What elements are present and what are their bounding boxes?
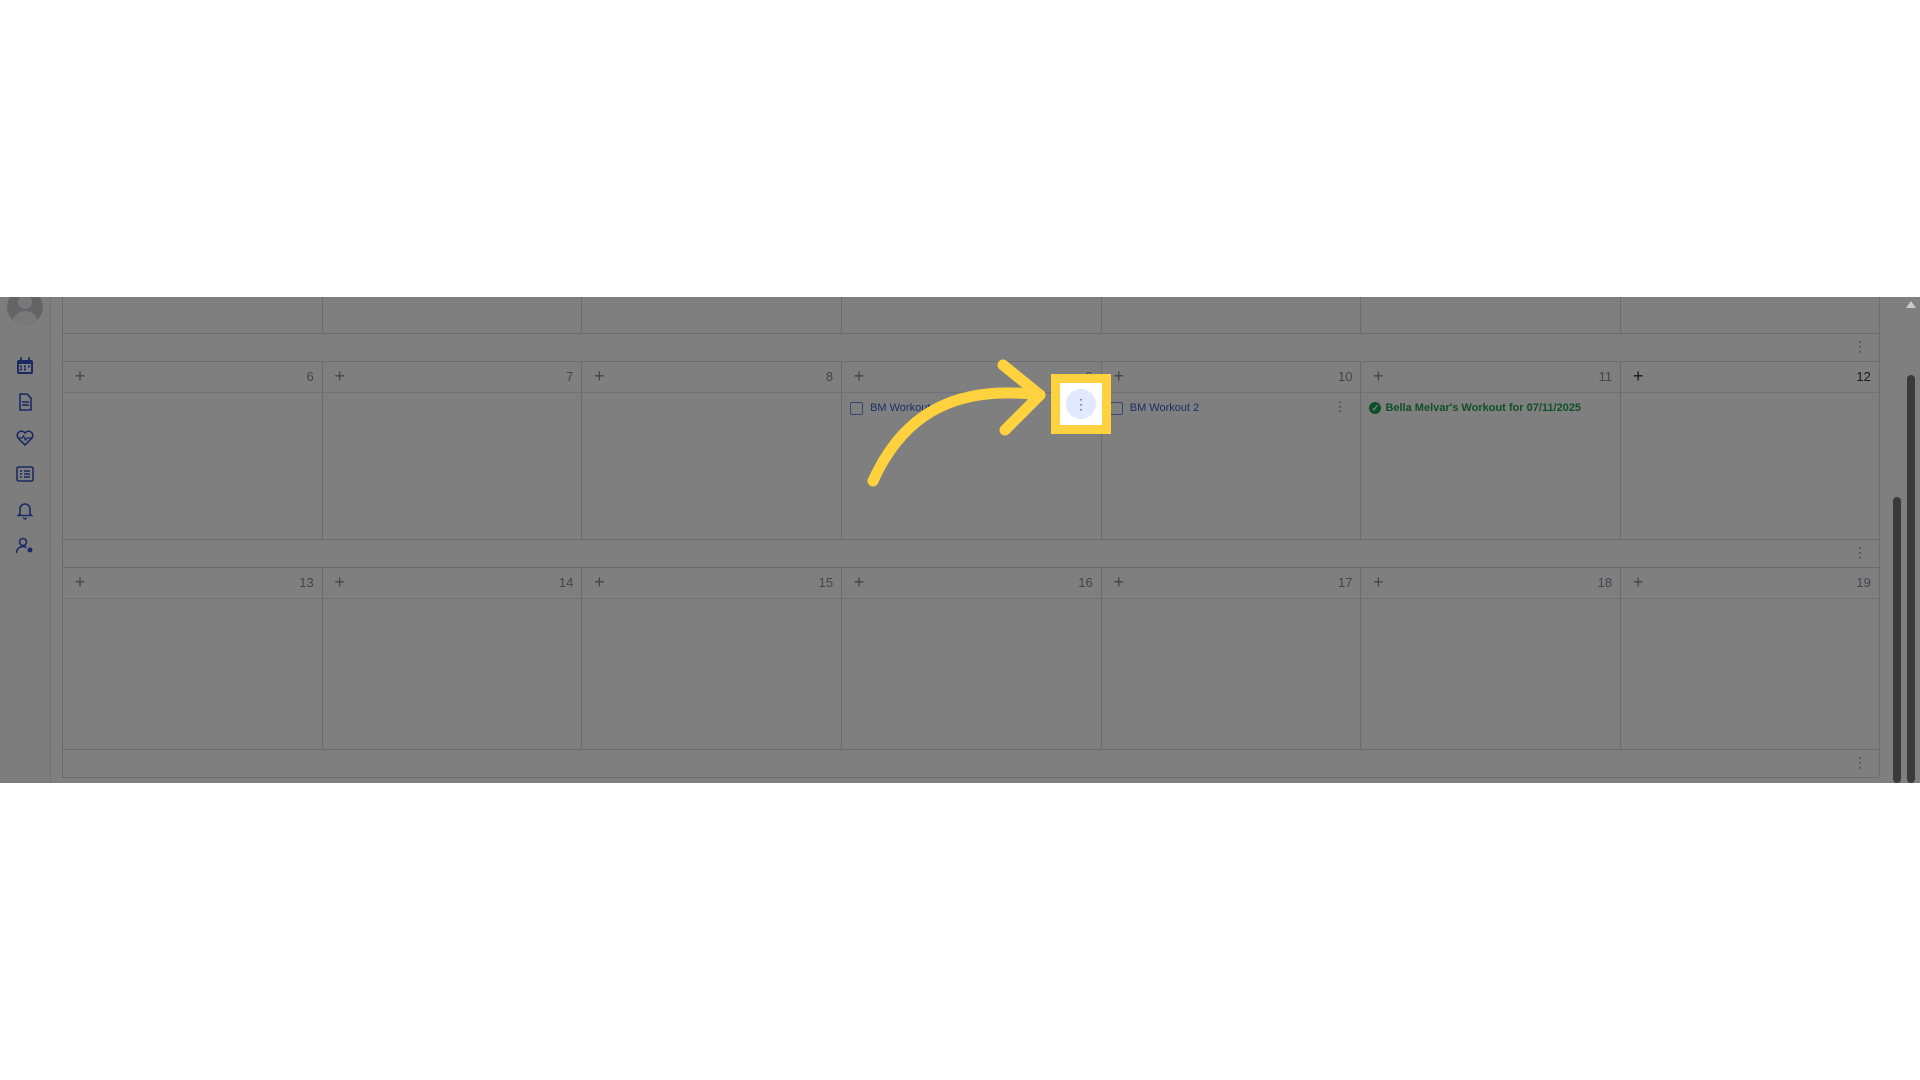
add-event-button[interactable]: + — [1369, 367, 1387, 385]
day-cell-7[interactable]: +7 — [321, 362, 582, 540]
day-cell-12[interactable]: +12 — [1620, 362, 1880, 540]
day-number: 12 — [1856, 369, 1871, 384]
day-cell-11[interactable]: +11 ✓ Bella Melvar's Workout for 07/11/2… — [1360, 362, 1621, 540]
list-icon[interactable] — [12, 461, 38, 487]
week-menu-icon[interactable]: ⋮ — [1853, 755, 1867, 769]
user-settings-icon[interactable] — [12, 533, 38, 559]
add-event-button[interactable]: + — [850, 573, 868, 591]
heart-pulse-icon[interactable] — [12, 425, 38, 451]
month-calendar: ⋮ +6 +7 +8 +9 BM Workout 1 +10 — [62, 297, 1880, 783]
event-title: BM Workout 2 — [1129, 402, 1200, 414]
week-footer: ⋮ — [62, 334, 1880, 362]
calendar-icon[interactable] — [12, 353, 38, 379]
day-number: 13 — [299, 575, 314, 590]
add-event-button[interactable]: + — [1629, 573, 1647, 591]
add-event-button[interactable]: + — [331, 367, 349, 385]
completed-event-item[interactable]: ✓ Bella Melvar's Workout for 07/11/2025 — [1369, 398, 1581, 418]
day-cell-6[interactable]: +6 — [62, 362, 322, 540]
day-number: 14 — [558, 575, 574, 590]
week-row-partial — [62, 297, 1880, 334]
day-number: 7 — [566, 369, 574, 384]
day-cell[interactable] — [1360, 297, 1621, 334]
day-number: 11 — [1598, 369, 1613, 384]
check-circle-icon: ✓ — [1369, 402, 1382, 414]
day-number: 19 — [1856, 575, 1871, 590]
day-number: 10 — [1337, 369, 1353, 384]
day-cell-19[interactable]: +19 — [1620, 568, 1880, 750]
event-title: BM Workout 1 — [870, 402, 940, 414]
week-menu-icon[interactable]: ⋮ — [1853, 339, 1867, 353]
scroll-up-icon[interactable] — [1906, 301, 1916, 308]
day-cell[interactable] — [321, 297, 582, 334]
event-checkbox[interactable] — [1109, 401, 1123, 415]
day-number: 18 — [1597, 575, 1613, 590]
avatar[interactable] — [7, 297, 43, 325]
week-row-3: +13 +14 +15 +16 +17 +18 +19 — [62, 568, 1880, 750]
day-cell[interactable] — [841, 297, 1101, 334]
week-footer: ⋮ — [62, 750, 1880, 778]
scrollbar-thumb[interactable] — [1907, 375, 1915, 783]
week-row-2: +6 +7 +8 +9 BM Workout 1 +10 BM Workout … — [62, 362, 1880, 540]
event-title: Bella Melvar's Workout for 07/11/2025 — [1385, 402, 1582, 414]
day-cell-13[interactable]: +13 — [62, 568, 322, 750]
day-cell[interactable] — [581, 297, 842, 334]
day-cell-18[interactable]: +18 — [1360, 568, 1621, 750]
day-cell-15[interactable]: +15 — [581, 568, 842, 750]
week-menu-icon[interactable]: ⋮ — [1853, 545, 1867, 559]
day-cell[interactable] — [1620, 297, 1880, 334]
vertical-scrollbar[interactable] — [1893, 297, 1918, 783]
day-cell[interactable] — [62, 297, 322, 334]
bell-icon[interactable] — [12, 497, 38, 523]
day-number: 16 — [1078, 575, 1093, 590]
day-number: 15 — [818, 575, 834, 590]
event-more-icon-highlighted[interactable]: ⋮ — [1066, 389, 1096, 419]
event-item[interactable]: BM Workout 1 — [850, 398, 940, 418]
day-cell-10[interactable]: +10 BM Workout 2 ⋮ — [1100, 362, 1361, 540]
add-event-button[interactable]: + — [71, 573, 89, 591]
add-event-button[interactable]: + — [1110, 573, 1128, 591]
app-frame: ⋮ +6 +7 +8 +9 BM Workout 1 +10 — [0, 297, 1920, 783]
day-cell-17[interactable]: +17 — [1100, 568, 1361, 750]
add-event-button[interactable]: + — [1110, 367, 1128, 385]
add-event-button[interactable]: + — [71, 367, 89, 385]
add-event-button[interactable]: + — [850, 367, 868, 385]
day-number: 6 — [306, 369, 314, 384]
day-number: 17 — [1337, 575, 1353, 590]
add-event-button[interactable]: + — [1369, 573, 1387, 591]
day-cell-8[interactable]: +8 — [581, 362, 842, 540]
add-event-button[interactable]: + — [331, 573, 349, 591]
document-icon[interactable] — [12, 389, 38, 415]
day-number: 8 — [825, 369, 834, 384]
add-event-button[interactable]: + — [590, 367, 608, 385]
event-item[interactable]: BM Workout 2 — [1109, 398, 1200, 418]
event-checkbox[interactable] — [850, 401, 864, 415]
day-cell-14[interactable]: +14 — [321, 568, 582, 750]
week-footer: ⋮ — [62, 540, 1880, 568]
highlight-box: ⋮ — [1051, 374, 1111, 434]
day-cell[interactable] — [1100, 297, 1361, 334]
sidebar — [0, 297, 51, 783]
event-more-icon[interactable]: ⋮ — [1333, 400, 1346, 413]
inner-scrollbar-thumb[interactable] — [1893, 497, 1901, 783]
add-event-button[interactable]: + — [590, 573, 608, 591]
day-cell-16[interactable]: +16 — [841, 568, 1101, 750]
add-event-button[interactable]: + — [1629, 367, 1647, 385]
